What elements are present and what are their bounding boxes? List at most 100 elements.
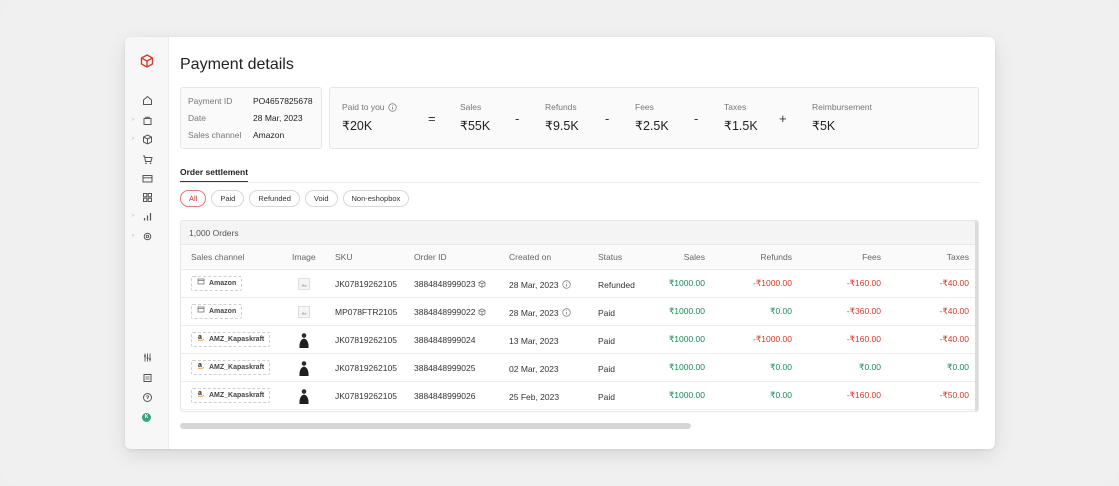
channel-chip[interactable]: Amazon <box>191 276 243 291</box>
box-logo-icon[interactable] <box>140 54 154 68</box>
gear-icon[interactable] <box>141 230 153 242</box>
page-title: Payment details <box>180 56 294 73</box>
header-sku[interactable]: SKU <box>335 245 413 269</box>
expand-caret-icon[interactable]: › <box>132 117 137 124</box>
tab-divider <box>180 182 980 183</box>
help-icon[interactable] <box>141 391 153 403</box>
info-icon[interactable] <box>561 308 571 317</box>
order-id-cell[interactable]: 3884848999025 <box>414 354 508 381</box>
filter-chip-refunded[interactable]: Refunded <box>249 190 300 207</box>
product-thumbnail[interactable] <box>298 277 310 290</box>
home-icon[interactable] <box>141 94 153 106</box>
header-sales-channel[interactable]: Sales channel <box>191 245 291 269</box>
created-text: 13 Mar, 2023 <box>509 336 559 346</box>
payment-summary-card: Paid to you ₹20K = Sales ₹55K - Refunds … <box>329 87 979 149</box>
refunds-cell: -₹1000.00 <box>753 334 792 344</box>
table-row[interactable]: Amazon MP078FTR2105 3884848999022 28 Mar, 2… <box>181 298 978 326</box>
header-image[interactable]: Image <box>292 245 332 269</box>
minus-operator: - <box>515 111 520 126</box>
paid-value: ₹20K <box>342 119 373 133</box>
channel-chip[interactable]: Amazon <box>191 304 243 319</box>
refunds-cell: -₹1000.00 <box>753 278 792 288</box>
filter-chip-paid[interactable]: Paid <box>211 190 245 207</box>
expand-caret-icon[interactable]: › <box>132 233 137 240</box>
header-refunds[interactable]: Refunds <box>717 245 792 269</box>
header-sales[interactable]: Sales <box>643 245 705 269</box>
created-cell: 28 Mar, 2023 <box>509 270 595 297</box>
expand-caret-icon[interactable]: › <box>132 136 137 143</box>
fees-cell: ₹0.00 <box>859 362 881 372</box>
header-created-on[interactable]: Created on <box>509 245 595 269</box>
app-window: › › › › K Payment details Payment ID PO4… <box>125 37 995 449</box>
sales-label: Sales <box>460 102 482 112</box>
order-id-text: 3884848999025 <box>414 362 476 373</box>
fees-value: ₹2.5K <box>635 119 669 133</box>
product-thumbnail[interactable] <box>297 332 311 348</box>
channel-chip[interactable]: a AMZ_Kapaskraft <box>191 360 271 375</box>
equals-operator: = <box>428 111 436 126</box>
sliders-icon[interactable] <box>141 351 153 363</box>
table-body: Amazon JK07819262105 3884848999023 28 Mar, … <box>181 270 978 410</box>
header-fees[interactable]: Fees <box>806 245 881 269</box>
sku-cell: JK07819262105 <box>335 278 397 289</box>
table-row[interactable]: Amazon JK07819262105 3884848999023 28 Mar, … <box>181 270 978 298</box>
fees-label: Fees <box>635 102 654 112</box>
sales-cell: ₹1000.00 <box>668 278 705 288</box>
order-id-cell[interactable]: 3884848999022 <box>414 298 508 325</box>
document-icon[interactable] <box>141 371 153 383</box>
channel-chip[interactable]: a AMZ_Kapaskraft <box>191 332 271 347</box>
order-id-cell[interactable]: 3884848999024 <box>414 326 508 353</box>
refunds-summary: Refunds ₹9.5K <box>545 102 579 133</box>
grid-icon[interactable] <box>141 191 153 203</box>
amazon-icon: a <box>197 361 205 374</box>
table-row[interactable]: a AMZ_Kapaskraft JK07819262105 388484899902… <box>181 326 978 354</box>
order-id-text: 3884848999026 <box>414 390 476 401</box>
info-icon[interactable] <box>561 280 571 289</box>
fees-cell: -₹160.00 <box>846 390 881 400</box>
sidebar: › › › › K <box>125 37 169 449</box>
date-label: Date <box>188 113 206 123</box>
main-content: Payment details Payment ID PO4657825678 … <box>169 37 995 449</box>
expand-caret-icon[interactable]: › <box>132 213 137 220</box>
sales-summary: Sales ₹55K <box>460 102 490 133</box>
tab-order-settlement[interactable]: Order settlement <box>180 167 249 182</box>
horizontal-scrollbar[interactable] <box>180 423 691 429</box>
store-icon <box>197 277 205 290</box>
avatar[interactable]: K <box>142 413 151 422</box>
cube-icon[interactable] <box>478 307 486 316</box>
table-row[interactable]: a AMZ_Kapaskraft JK07819262105 388484899902… <box>181 382 978 410</box>
product-thumbnail[interactable] <box>298 305 310 318</box>
card-icon[interactable] <box>141 172 153 184</box>
filter-chip-non-eshopbox[interactable]: Non-eshopbox <box>342 190 410 207</box>
order-id-cell[interactable]: 3884848999023 <box>414 270 508 297</box>
paid-summary: Paid to you ₹20K <box>342 102 397 133</box>
refunds-label: Refunds <box>545 102 577 112</box>
cube-icon[interactable] <box>141 133 153 145</box>
sales-cell: ₹1000.00 <box>668 306 705 316</box>
product-thumbnail[interactable] <box>297 360 311 376</box>
taxes-label: Taxes <box>724 102 747 112</box>
created-text: 25 Feb, 2023 <box>509 392 560 402</box>
cart-icon[interactable] <box>141 153 153 165</box>
order-id-text: 3884848999024 <box>414 334 476 345</box>
sales-channel-label: Sales channel <box>188 130 242 140</box>
cube-icon[interactable] <box>478 279 486 288</box>
channel-chip[interactable]: a AMZ_Kapaskraft <box>191 388 271 403</box>
info-icon[interactable] <box>387 102 397 112</box>
order-id-cell[interactable]: 3884848999026 <box>414 382 508 409</box>
header-order-id[interactable]: Order ID <box>414 245 508 269</box>
product-thumbnail[interactable] <box>297 388 311 404</box>
table-row[interactable]: a AMZ_Kapaskraft JK07819262105 388484899902… <box>181 354 978 382</box>
minus-operator: - <box>694 111 699 126</box>
filter-chip-all[interactable]: All <box>180 190 207 207</box>
created-cell: 02 Mar, 2023 <box>509 354 595 381</box>
bag-icon[interactable] <box>141 114 153 126</box>
taxes-cell: -₹40.00 <box>939 334 969 344</box>
paid-label: Paid to you <box>342 102 385 112</box>
vertical-scrollbar[interactable] <box>975 221 978 411</box>
header-taxes[interactable]: Taxes <box>893 245 969 269</box>
reimbursement-summary: Reimbursement ₹5K <box>812 102 872 133</box>
orders-table: 1,000 Orders Sales channel Image SKU Ord… <box>180 220 979 412</box>
filter-chip-void[interactable]: Void <box>304 190 338 207</box>
bar-chart-icon[interactable] <box>141 210 153 222</box>
